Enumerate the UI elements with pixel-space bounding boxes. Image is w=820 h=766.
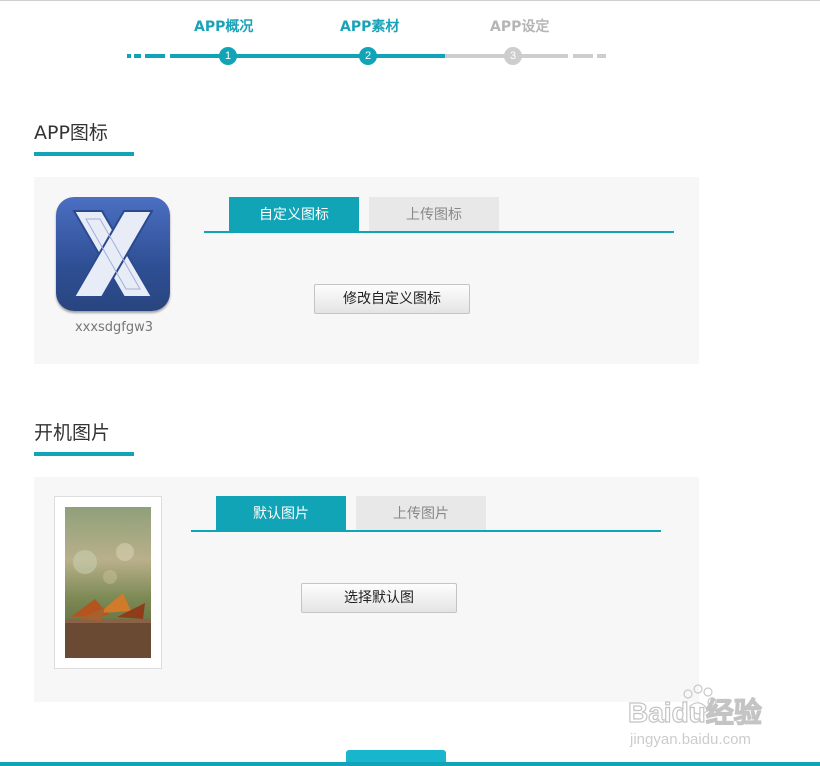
app-name: xxxsdgfgw3 <box>74 320 154 335</box>
step-1-label[interactable]: APP概况 <box>194 16 253 36</box>
tab-underline <box>191 530 661 532</box>
tab-upload-icon[interactable]: 上传图标 <box>369 197 499 233</box>
splash-panel: 默认图片 上传图片 选择默认图 <box>34 477 699 702</box>
top-rule <box>0 0 820 1</box>
splash-section-underline <box>34 452 134 456</box>
icon-section-title: APP图标 <box>34 122 108 144</box>
track-dash <box>134 54 141 58</box>
step-1-circle[interactable]: 1 <box>219 47 237 65</box>
tab-underline <box>204 231 674 233</box>
track-progress <box>170 54 445 58</box>
step-3-label[interactable]: APP设定 <box>490 16 549 36</box>
icon-section-underline <box>34 152 134 156</box>
select-default-image-button[interactable]: 选择默认图 <box>301 583 457 613</box>
step-3-circle[interactable]: 3 <box>504 47 522 65</box>
tab-custom-icon[interactable]: 自定义图标 <box>229 197 359 233</box>
watermark-brand: Baidu经验 <box>628 696 762 728</box>
baidu-watermark: Baidu经验 jingyan.baidu.com <box>628 684 762 748</box>
icon-panel: xxxsdgfgw3 自定义图标 上传图标 修改自定义图标 <box>34 177 699 364</box>
tab-default-image[interactable]: 默认图片 <box>216 496 346 532</box>
x-logo-icon <box>72 210 154 298</box>
track-dash <box>573 54 593 58</box>
track-dash <box>145 54 165 58</box>
app-icon-preview <box>56 197 170 311</box>
modify-icon-button[interactable]: 修改自定义图标 <box>314 284 470 314</box>
track-dash <box>127 54 131 58</box>
track-dash <box>597 54 606 58</box>
bottom-bar <box>0 762 820 766</box>
step-2-label[interactable]: APP素材 <box>340 16 399 36</box>
splash-thumbnail <box>54 496 162 669</box>
step-2-circle[interactable]: 2 <box>359 47 377 65</box>
splash-image <box>65 507 151 658</box>
watermark-url: jingyan.baidu.com <box>629 731 751 748</box>
splash-section-title: 开机图片 <box>34 422 111 444</box>
tab-upload-image[interactable]: 上传图片 <box>356 496 486 532</box>
